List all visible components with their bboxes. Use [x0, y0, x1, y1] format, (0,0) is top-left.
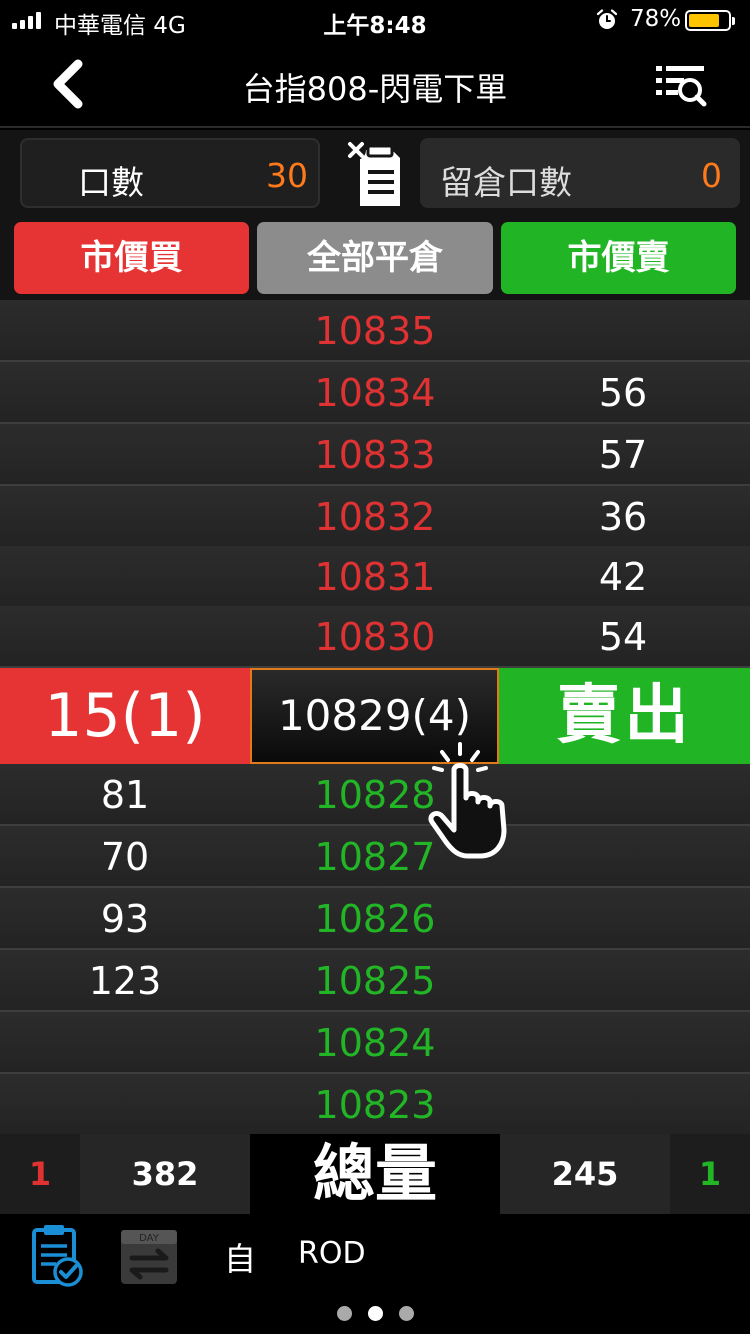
bid-price: 10823: [314, 1083, 436, 1127]
bid-row[interactable]: 93 10826: [0, 888, 750, 950]
position-value: 0: [701, 156, 722, 195]
lots-field[interactable]: 口數 30: [20, 138, 320, 208]
ask-volume: 42: [598, 555, 648, 599]
bottom-toolbar: DAY 自 ROD: [0, 1214, 750, 1334]
ask-volume: 36: [598, 495, 648, 539]
ask-row[interactable]: 10834 56: [0, 362, 750, 424]
bid-volume: 81: [100, 773, 150, 817]
page-dot-active[interactable]: [367, 1306, 383, 1321]
lots-label: 口數: [78, 163, 144, 202]
position-field: 留倉口數 0: [420, 138, 740, 208]
market-buy-button[interactable]: 市價買: [14, 222, 249, 294]
day-icon-text: DAY: [139, 1233, 160, 1244]
ask-row[interactable]: 10832 36: [0, 486, 750, 548]
buy-volume: 382: [80, 1134, 250, 1214]
bid-price: 10825: [314, 959, 436, 1003]
bid-row[interactable]: 70 10827: [0, 826, 750, 888]
page-indicator: [0, 1306, 750, 1321]
ask-volume: 57: [598, 433, 648, 477]
bid-row[interactable]: 81 10828: [0, 764, 750, 826]
ask-price: 10834: [314, 371, 436, 415]
ask-volume: 56: [598, 371, 648, 415]
bid-row[interactable]: 10824: [0, 1012, 750, 1074]
action-bar: 市價買 全部平倉 市價賣: [0, 218, 750, 300]
page-title: 台指808-閃電下單: [242, 70, 508, 108]
self-label[interactable]: 自: [224, 1234, 256, 1280]
sell-button[interactable]: 賣出: [499, 668, 750, 764]
ask-row[interactable]: 10831 42: [0, 546, 750, 608]
market-sell-button[interactable]: 市價賣: [501, 222, 736, 294]
clear-clipboard-icon[interactable]: [344, 138, 406, 210]
alarm-icon: [596, 9, 618, 29]
ask-price: 10832: [314, 495, 436, 539]
order-confirm-icon[interactable]: [30, 1222, 84, 1288]
position-label: 留倉口數: [440, 163, 572, 202]
lots-value: 30: [266, 156, 308, 195]
sell-volume: 245: [500, 1134, 670, 1214]
sell-count: 1: [670, 1134, 750, 1214]
list-search-icon[interactable]: [652, 60, 708, 110]
battery-fill: [689, 14, 719, 27]
day-trade-icon[interactable]: DAY: [118, 1224, 180, 1288]
total-volume-label: 總量: [250, 1134, 500, 1214]
bid-price: 10824: [314, 1021, 436, 1065]
page-dot[interactable]: [336, 1306, 352, 1321]
buy-count: 1: [0, 1134, 80, 1214]
ask-price: 10833: [314, 433, 436, 477]
ask-row[interactable]: 10833 57: [0, 424, 750, 486]
bid-price: 10826: [314, 897, 436, 941]
ask-volume: 54: [598, 615, 648, 659]
battery-percent: 78%: [630, 6, 682, 32]
current-price-row: 15(1) 10829(4) 賣出: [0, 668, 750, 764]
bid-volume: 123: [88, 959, 162, 1003]
ask-price: 10831: [314, 555, 436, 599]
bid-volume: 93: [100, 897, 150, 941]
ask-price: 10830: [314, 615, 436, 659]
ask-price: 10835: [314, 309, 436, 353]
ask-row[interactable]: 10835: [0, 300, 750, 362]
bid-row[interactable]: 10823: [0, 1074, 750, 1134]
order-type-rod[interactable]: ROD: [298, 1236, 366, 1271]
status-bar: 中華電信 4G 上午8:48 78%: [0, 0, 750, 40]
totals-row: 1 382 總量 245 1: [0, 1134, 750, 1214]
ask-row[interactable]: 10830 54: [0, 606, 750, 668]
buy-button[interactable]: 15(1): [0, 668, 250, 764]
battery-icon: [685, 10, 735, 31]
bid-volume: 70: [100, 835, 150, 879]
quantity-row: 口數 30 留倉口數 0: [0, 130, 750, 218]
page-dot[interactable]: [398, 1306, 414, 1321]
close-all-button[interactable]: 全部平倉: [257, 222, 493, 294]
bid-row[interactable]: 123 10825: [0, 950, 750, 1012]
tap-hand-icon: [428, 742, 507, 859]
nav-header: 台指808-閃電下單: [0, 40, 750, 128]
